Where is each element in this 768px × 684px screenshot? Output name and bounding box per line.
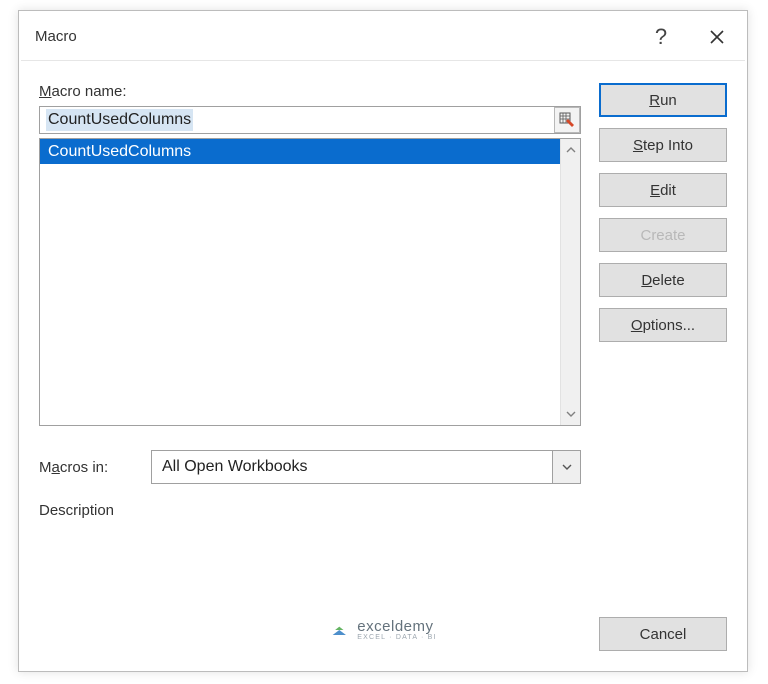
macro-name-row: CountUsedColumns	[39, 106, 581, 134]
chevron-down-icon	[561, 461, 573, 473]
scroll-up-icon[interactable]	[561, 139, 580, 161]
watermark: exceldemy EXCEL · DATA · BI	[329, 619, 436, 641]
step-into-button[interactable]: Step Into	[599, 128, 727, 162]
close-button[interactable]	[689, 13, 745, 61]
macro-name-label: Macro name:	[39, 83, 581, 100]
exceldemy-logo-icon	[329, 620, 349, 640]
scrollbar[interactable]	[560, 139, 580, 425]
reference-button[interactable]	[554, 107, 580, 133]
macro-dialog: Macro ? Macro name: CountUsedColumns	[21, 13, 745, 669]
dropdown-toggle[interactable]	[552, 451, 580, 483]
cancel-button[interactable]: Cancel	[599, 617, 727, 651]
macro-listbox[interactable]: CountUsedColumns	[39, 138, 581, 426]
watermark-tagline: EXCEL · DATA · BI	[357, 634, 436, 641]
watermark-brand: exceldemy	[357, 619, 436, 634]
create-button: Create	[599, 218, 727, 252]
list-item[interactable]: CountUsedColumns	[40, 139, 560, 164]
close-icon	[709, 29, 725, 45]
delete-button[interactable]: Delete	[599, 263, 727, 297]
grid-reference-icon	[559, 112, 575, 128]
titlebar: Macro ?	[21, 13, 745, 61]
macro-name-selection: CountUsedColumns	[46, 109, 193, 131]
macros-in-label: Macros in:	[39, 459, 137, 476]
macros-in-dropdown[interactable]: All Open Workbooks	[151, 450, 581, 484]
macros-in-value: All Open Workbooks	[162, 458, 308, 476]
run-button[interactable]: Run	[599, 83, 727, 117]
edit-button[interactable]: Edit	[599, 173, 727, 207]
macros-in-row: Macros in: All Open Workbooks	[39, 450, 581, 484]
description-label: Description	[39, 502, 581, 519]
dialog-title: Macro	[35, 28, 633, 45]
options-button[interactable]: Options...	[599, 308, 727, 342]
help-button[interactable]: ?	[633, 13, 689, 61]
scroll-down-icon[interactable]	[561, 403, 580, 425]
